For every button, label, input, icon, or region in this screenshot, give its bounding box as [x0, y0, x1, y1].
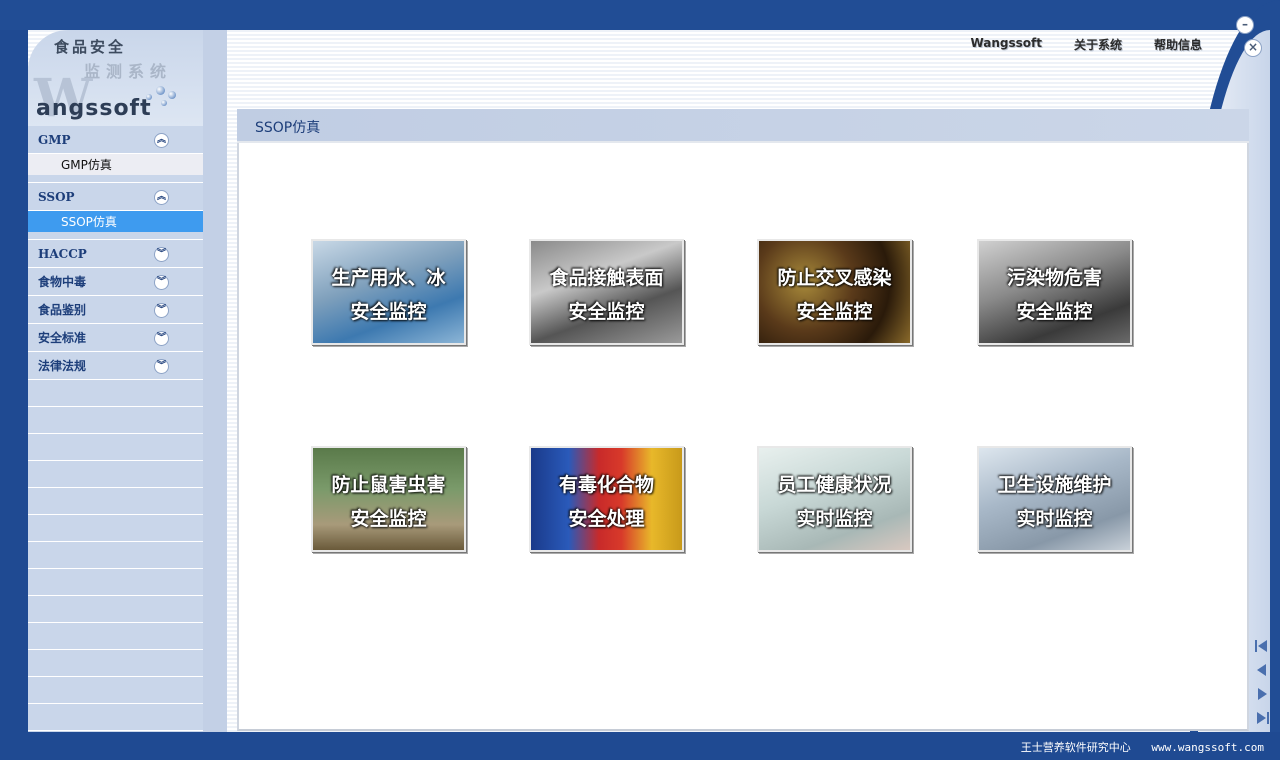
top-link[interactable]: Wangssoft — [970, 36, 1042, 53]
tile-0[interactable]: 生产用水、冰 安全监控 — [311, 239, 466, 345]
chevron-down-icon[interactable]: ︾ — [154, 303, 169, 318]
sidebar-empty-row — [28, 596, 203, 623]
pager — [1255, 640, 1269, 724]
footer: 王士营养软件研究中心 www.wangssoft.com — [1007, 739, 1264, 755]
top-frame — [0, 0, 1280, 30]
last-page-icon[interactable] — [1257, 712, 1269, 724]
sidebar-group-label: HACCP — [38, 246, 87, 261]
logo-bubble-icon — [146, 94, 152, 100]
sidebar-empty-row — [28, 407, 203, 434]
top-link[interactable]: 帮助信息 — [1154, 36, 1202, 53]
app-frame: 食品安全 监测系统 W angssoft GMP ︽ GMP仿真 SSOP ︽ SSOP仿… — [0, 0, 1280, 760]
sidebar-group-label: SSOP — [38, 189, 75, 204]
tile-caption-line2: 实时监控 — [1016, 508, 1093, 530]
tile-caption-line1: 食品接触表面 — [549, 267, 664, 289]
tile-caption-line1: 生产用水、冰 — [331, 267, 446, 289]
logo-bubble-icon — [168, 91, 176, 99]
sidebar-empty-row — [28, 488, 203, 515]
tile-caption-line2: 安全监控 — [796, 301, 873, 323]
tile-caption-line1: 员工健康状况 — [777, 474, 892, 496]
logo-bubble-icon — [161, 100, 167, 106]
chevron-down-icon[interactable]: ︾ — [154, 275, 169, 290]
tile-3[interactable]: 污染物危害 安全监控 — [977, 239, 1132, 345]
sidebar: GMP ︽ GMP仿真 SSOP ︽ SSOP仿真 HACCP ︾ 食物中毒 ︾ 食品鉴别 ︾ 安全标准… — [28, 126, 203, 732]
sidebar-group-2[interactable]: HACCP ︾ — [28, 240, 203, 268]
sidebar-empty-row — [28, 650, 203, 677]
sidebar-empty-row — [28, 542, 203, 569]
tile-caption-line2: 安全监控 — [350, 301, 427, 323]
sidebar-group-label: 食品鉴别 — [38, 303, 87, 317]
logo-brand: angssoft — [36, 96, 152, 121]
footer-url[interactable]: www.wangssoft.com — [1151, 741, 1264, 754]
sidebar-group-3[interactable]: 食物中毒 ︾ — [28, 268, 203, 296]
sidebar-empty-row — [28, 515, 203, 542]
sidebar-group-label: 法律法规 — [38, 359, 87, 373]
sidebar-group-label: GMP — [38, 132, 71, 147]
logo-subtitle: 监测系统 — [84, 62, 173, 81]
tile-caption-line2: 安全处理 — [568, 508, 645, 530]
tile-5[interactable]: 有毒化合物 安全处理 — [529, 446, 684, 552]
sidebar-empty-row — [28, 461, 203, 488]
tile-1[interactable]: 食品接触表面 安全监控 — [529, 239, 684, 345]
page-title: SSOP仿真 — [255, 120, 321, 136]
top-links: Wangssoft 关于系统 帮助信息 — [970, 36, 1202, 53]
sidebar-divider — [28, 175, 203, 183]
logo-title: 食品安全 — [54, 38, 127, 56]
close-icon[interactable]: × — [1244, 39, 1262, 57]
tile-caption-line1: 污染物危害 — [1006, 267, 1102, 289]
prev-page-icon[interactable] — [1257, 664, 1266, 676]
sidebar-empty-row — [28, 623, 203, 650]
first-page-icon[interactable] — [1255, 640, 1267, 652]
sidebar-empty-row — [28, 677, 203, 704]
sidebar-divider — [28, 232, 203, 240]
tile-caption-line1: 有毒化合物 — [558, 474, 654, 496]
tile-caption-line2: 安全监控 — [1016, 301, 1093, 323]
tile-2[interactable]: 防止交叉感染 安全监控 — [757, 239, 912, 345]
chevron-down-icon[interactable]: ︾ — [154, 359, 169, 374]
sidebar-group-label: 食物中毒 — [38, 275, 87, 289]
tile-caption-line2: 安全监控 — [568, 301, 645, 323]
sidebar-empty-row — [28, 434, 203, 461]
chevron-up-icon[interactable]: ︽ — [154, 133, 169, 148]
chevron-down-icon[interactable]: ︾ — [154, 331, 169, 346]
tile-caption-line1: 防止鼠害虫害 — [331, 474, 446, 496]
chevron-down-icon[interactable]: ︾ — [154, 247, 169, 262]
tile-4[interactable]: 防止鼠害虫害 安全监控 — [311, 446, 466, 552]
next-page-icon[interactable] — [1258, 688, 1267, 700]
sidebar-group-5[interactable]: 安全标准 ︾ — [28, 324, 203, 352]
sidebar-item[interactable]: GMP仿真 — [28, 154, 203, 175]
sidebar-group-label: 安全标准 — [38, 331, 87, 345]
chevron-up-icon[interactable]: ︽ — [154, 190, 169, 205]
tile-caption-line1: 卫生设施维护 — [997, 474, 1112, 496]
logo: 食品安全 监测系统 W angssoft — [28, 30, 203, 129]
tile-caption-line1: 防止交叉感染 — [777, 267, 892, 289]
sidebar-group-4[interactable]: 食品鉴别 ︾ — [28, 296, 203, 324]
sidebar-group-0[interactable]: GMP ︽ — [28, 126, 203, 154]
tile-caption-line2: 实时监控 — [796, 508, 873, 530]
panel-body: 生产用水、冰 安全监控 食品接触表面 安全监控 防止交叉感染 安全监控 污染物危害 安全监控防… — [237, 143, 1249, 731]
sidebar-edge — [203, 30, 227, 732]
tile-6[interactable]: 员工健康状况 实时监控 — [757, 446, 912, 552]
logo-bubble-icon — [156, 86, 165, 95]
panel-header: SSOP仿真 — [237, 109, 1249, 144]
minimize-icon[interactable]: – — [1236, 16, 1254, 34]
sidebar-item[interactable]: SSOP仿真 — [28, 211, 203, 232]
sidebar-group-6[interactable]: 法律法规 ︾ — [28, 352, 203, 380]
top-link[interactable]: 关于系统 — [1074, 36, 1122, 53]
sidebar-empty-row — [28, 569, 203, 596]
tile-caption-line2: 安全监控 — [350, 508, 427, 530]
tile-7[interactable]: 卫生设施维护 实时监控 — [977, 446, 1132, 552]
sidebar-group-1[interactable]: SSOP ︽ — [28, 183, 203, 211]
sidebar-empty-row — [28, 704, 203, 731]
footer-org: 王士营养软件研究中心 — [1020, 741, 1131, 754]
sidebar-empty-row — [28, 380, 203, 407]
